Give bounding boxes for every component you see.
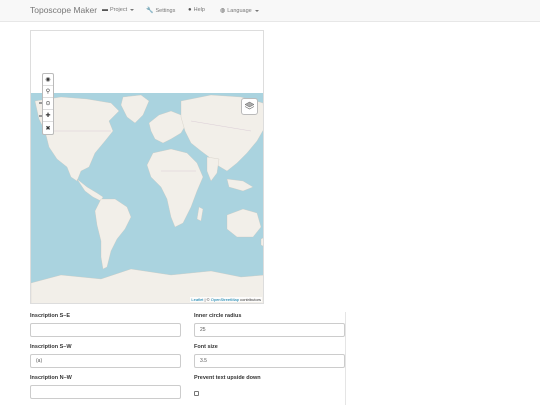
prevent-upside-down-checkbox[interactable] <box>194 391 199 396</box>
wrench-icon: 🔧 <box>146 8 154 14</box>
pin-icon[interactable]: ⚲ <box>43 86 53 98</box>
nav-help-label: Help <box>193 7 205 13</box>
eye-icon[interactable]: ◉ <box>43 74 53 86</box>
inscription-se-input[interactable] <box>30 323 181 337</box>
map-control-stack: ◉ ⚲ ⊙ ✚ ✖ <box>42 73 54 135</box>
inscription-nw-input[interactable] <box>30 385 181 399</box>
leaflet-link[interactable]: Leaflet <box>191 297 203 302</box>
panel-edge <box>345 312 346 405</box>
close-icon[interactable]: ✖ <box>43 122 53 134</box>
plus-icon[interactable]: ✚ <box>43 110 53 122</box>
font-size-label: Font size <box>194 344 218 350</box>
zoom-in-edge[interactable] <box>39 102 42 104</box>
attribution-separator: | © <box>203 297 211 302</box>
file-icon: ▬ <box>102 7 108 13</box>
layers-icon <box>244 101 255 110</box>
nav-help[interactable]: ● Help <box>188 7 205 13</box>
nav-settings-label: Settings <box>155 7 176 14</box>
zoom-out-edge[interactable] <box>39 115 42 117</box>
nav-settings[interactable]: 🔧 Settings <box>146 7 176 15</box>
nav-language-label: Language <box>227 7 252 14</box>
world-map[interactable] <box>31 31 264 304</box>
inner-circle-radius-input[interactable] <box>194 323 345 337</box>
target-icon[interactable]: ⊙ <box>43 98 53 110</box>
caret-down-icon <box>130 9 135 11</box>
attribution-suffix: contributors <box>238 297 261 302</box>
inscription-sw-input[interactable] <box>30 354 181 368</box>
globe-icon: ◍ <box>220 8 226 14</box>
question-circle-icon: ● <box>188 7 192 13</box>
nav-project[interactable]: ▬ Project <box>102 7 135 13</box>
inscription-nw-label: Inscription N–W <box>30 375 72 381</box>
nav-project-label: Project <box>110 7 128 13</box>
font-size-input[interactable] <box>194 354 345 368</box>
inscription-sw-label: Inscription S–W <box>30 344 72 350</box>
inner-circle-radius-label: Inner circle radius <box>194 313 242 319</box>
inscription-se-label: Inscription S–E <box>30 313 71 319</box>
map[interactable]: ◉ ⚲ ⊙ ✚ ✖ Leaflet | © OpenStreetMap cont… <box>30 30 264 304</box>
nav-language[interactable]: ◍ Language <box>220 7 259 14</box>
brand[interactable]: Toposcope Maker <box>30 5 97 15</box>
layers-button[interactable] <box>241 98 258 115</box>
caret-down-icon <box>254 9 259 12</box>
osm-link[interactable]: OpenStreetMap <box>211 297 239 302</box>
prevent-upside-down-label: Prevent text upside down <box>194 375 261 381</box>
navbar: Toposcope Maker ▬ Project 🔧 Settings ● H… <box>0 0 540 22</box>
map-attribution: Leaflet | © OpenStreetMap contributors <box>190 297 262 302</box>
